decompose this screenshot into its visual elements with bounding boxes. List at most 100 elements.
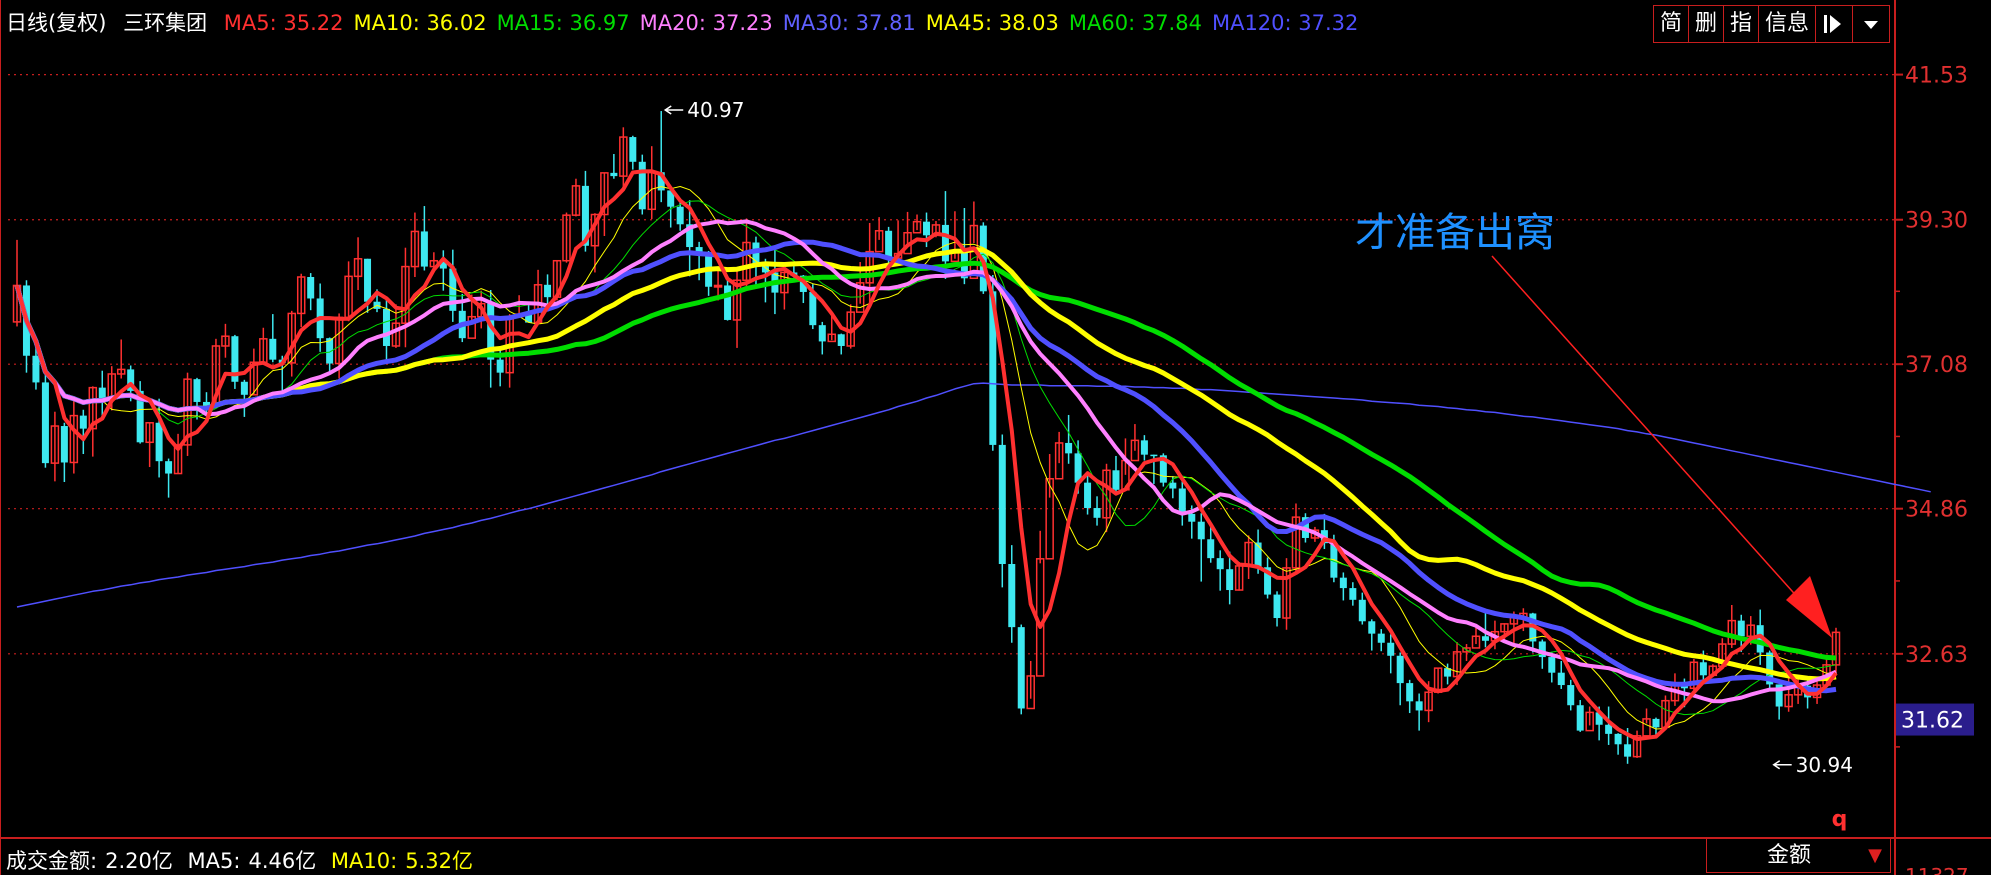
ma-line-ma30 [14,239,1837,694]
candle-down [544,284,552,298]
y-tick-label: 32.63 [1905,643,1968,668]
candle-down [1150,454,1158,457]
indicator-button[interactable]: 指 [1723,5,1760,43]
low-price-marker: 30.94 [1772,753,1853,777]
ma10-amount-label: MA10: [330,849,398,873]
candle-down [1567,685,1575,706]
candle-down [165,461,173,474]
ma5-amount-label: MA5: [187,849,241,873]
candle-down [1197,521,1205,540]
chevron-down-icon: ▼ [1868,845,1882,866]
candle-down [1396,655,1404,684]
annotation-arrow-line [1491,255,1819,621]
candle-down [1387,642,1395,656]
chart-header: 日线(复权) 三环集团 MA5: 35.22 MA10: 36.02 MA15: 3… [6,8,1378,38]
candle-down [60,426,68,463]
ma-values: MA5: 35.22 MA10: 36.02 MA15: 36.97 MA20: 37… [224,11,1369,35]
ma5-amount-value: 4.46亿 [248,849,317,873]
candle-down [998,444,1006,565]
candle-down [1188,513,1196,522]
ma-header-0: MA5: 35.22 [223,11,344,35]
candle-up [713,284,723,288]
candle-down [1178,488,1186,514]
candle-down [269,338,277,360]
current-price-label: 31.62 [1901,709,1964,734]
candle-down [1605,724,1613,734]
candle-down [1169,482,1177,489]
candle-down [1273,594,1281,619]
candle-down [496,359,504,373]
candle-down [98,387,106,399]
stock-name: 三环集团 [123,11,208,35]
candle-down [240,381,248,395]
info-button[interactable]: 信息 [1758,5,1817,43]
candle-down [1548,657,1556,673]
candle-down [629,137,637,162]
candle-down [307,276,315,299]
candle-down [1216,558,1224,570]
candle-down [1699,662,1707,676]
candle-down [676,206,684,225]
y-tick-label: 41.53 [1905,64,1968,89]
candle-down [1084,482,1092,509]
ma-header-6: MA60: 37.84 [1068,11,1202,35]
simple-button[interactable]: 简 [1653,5,1690,43]
chart-toolbar: 简 删 指 信息 [1653,5,1891,43]
candle-down [1349,588,1357,600]
candle-down [837,334,845,346]
candle-down [1358,599,1366,622]
candle-down [1368,621,1376,634]
y-tick-label: 34.86 [1905,498,1968,523]
candle-down [818,325,826,342]
ma10-amount-value: 5.32亿 [405,849,473,873]
candle-down [1652,718,1660,728]
candle-down [1008,564,1016,628]
candle-down [1557,672,1565,686]
candle-down [1226,569,1234,591]
candle-down [41,382,49,464]
high-price-marker: 40.97 [663,98,744,122]
candle-down [885,230,893,259]
candle-down [1207,539,1215,559]
candle-down [79,415,87,429]
marker-label: 40.97 [687,98,744,122]
candle-down [941,224,949,262]
candle-down [923,221,930,236]
period-label[interactable]: 日线(复权) [6,11,106,35]
ma-line-ma120 [16,382,1931,608]
collapse-right-icon[interactable] [1815,5,1854,43]
y-tick-label: 39.30 [1905,209,1968,234]
ma-header-7: MA120: 37.32 [1211,11,1359,35]
amount-value: 2.20亿 [105,849,173,873]
candle-down [1112,470,1120,490]
amount-label: 成交金额: [6,849,98,873]
annotation-arrow-head [1786,576,1832,638]
ma-header-4: MA30: 37.81 [782,11,916,35]
candle-down [1614,733,1622,745]
candle-down [155,422,163,462]
candle-down [364,258,372,302]
indicator-select[interactable]: 金额 ▼ [1706,838,1891,873]
candle-down [724,285,732,320]
candle-down [1017,627,1025,709]
candle-down [1065,442,1073,454]
ma-header-2: MA15: 36.97 [496,11,630,35]
candle-down [1339,577,1347,589]
candle-down [1737,620,1745,637]
candle-down [32,355,40,383]
dropdown-arrow-icon[interactable] [1852,5,1891,43]
candle-down [1140,440,1148,455]
ma-header-3: MA20: 37.23 [639,11,773,35]
low-marker-tag: q [1832,807,1848,832]
volume-footer: 成交金额: 2.20亿 MA5: 4.46亿 MA10: 5.32亿 [6,845,481,875]
candle-down [1481,636,1489,641]
delete-button[interactable]: 删 [1688,5,1725,43]
candle-down [1093,508,1101,518]
candle-down [420,231,428,267]
ma-header-5: MA45: 38.03 [925,11,1059,35]
kline-chart[interactable]: 41.53 39.30 37.08 34.86 32.63 31.62 11327 40.97… [0,0,1991,875]
candle-down [1406,683,1414,702]
candle-down [193,379,201,402]
candle-down [610,172,618,177]
ma-header-1: MA10: 36.02 [353,11,487,35]
